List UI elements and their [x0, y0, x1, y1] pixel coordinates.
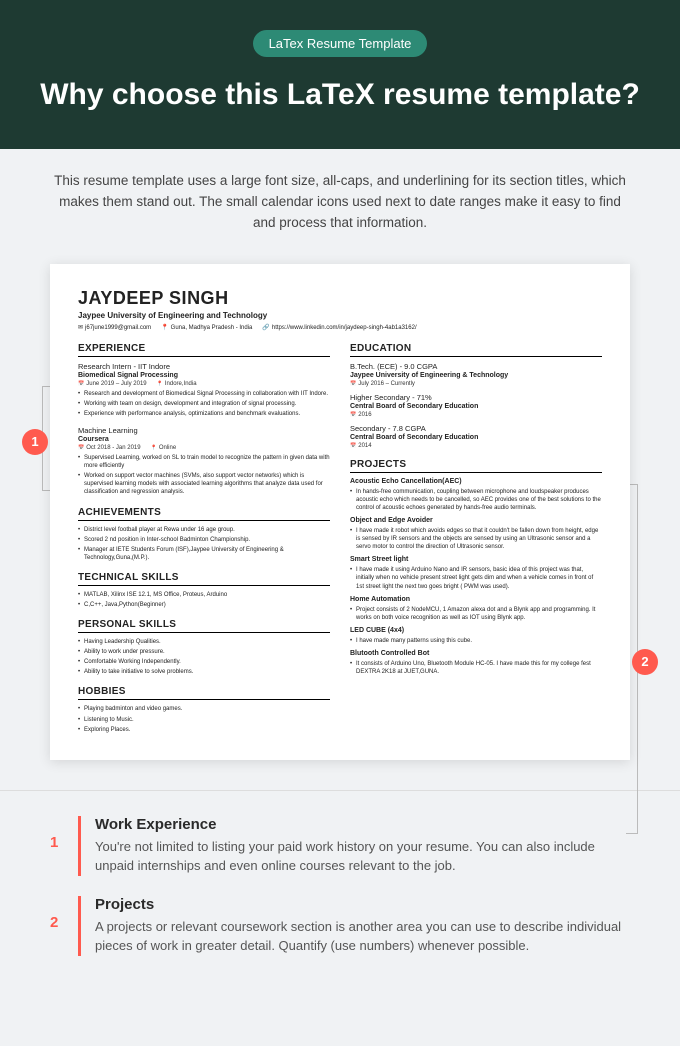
edu-date: July 2016 – Currently [350, 381, 415, 387]
job-bullet: Working with team on design, development… [78, 400, 330, 408]
callout-marker-2: 2 [632, 649, 658, 675]
annotation-number: 2 [50, 896, 64, 931]
job-role: Machine Learning [78, 426, 330, 435]
job-loc: Indore,India [157, 381, 197, 387]
section-experience: EXPERIENCE [78, 343, 330, 357]
hero-section: LaTex Resume Template Why choose this La… [0, 0, 680, 149]
annotations-section: 1 Work Experience You're not limited to … [0, 791, 680, 1006]
resume-preview-wrap: 1 2 JAYDEEP SINGH Jaypee University of E… [0, 254, 680, 790]
annotation-number: 1 [50, 816, 64, 851]
job-date: June 2019 – July 2019 [78, 381, 147, 387]
job-sub: Biomedical Signal Processing [78, 372, 330, 379]
annotation-title: Work Experience [95, 816, 630, 833]
project-name: Smart Street light [350, 556, 602, 563]
resume-subtitle: Jaypee University of Engineering and Tec… [78, 311, 602, 320]
edu-date: 2016 [350, 412, 372, 418]
project-bullet: It consists of Arduino Uno, Bluetooth Mo… [350, 660, 602, 676]
job-bullet: Research and development of Biomedical S… [78, 390, 330, 398]
resume-name: JAYDEEP SINGH [78, 288, 602, 309]
job-date: Oct 2018 - Jan 2019 [78, 445, 141, 451]
bullet-item: MATLAB, Xilinx ISE 12.1, MS Office, Prot… [78, 591, 330, 599]
job-bullet: Experience with performance analysis, op… [78, 410, 330, 418]
project-name: Object and Edge Avoider [350, 517, 602, 524]
edu-school: Central Board of Secondary Education [350, 403, 602, 410]
left-column: EXPERIENCE Research Intern - IIT Indore … [78, 343, 330, 736]
project-bullet: I have made it using Arduino Nano and IR… [350, 566, 602, 590]
edu-date: 2014 [350, 443, 372, 449]
bullet-item: Ability to work under pressure. [78, 648, 330, 656]
job-sub: Coursera [78, 436, 330, 443]
project-name: Home Automation [350, 596, 602, 603]
section-hobbies: HOBBIES [78, 686, 330, 700]
bullet-item: Having Leadership Qualities. [78, 638, 330, 646]
bullet-item: Manager at IETE Students Forum (ISF),Jay… [78, 546, 330, 562]
bullet-item: Scored 2 nd position in Inter-school Bad… [78, 536, 330, 544]
annotation-text: A projects or relevant coursework sectio… [95, 917, 630, 956]
edu-degree: B.Tech. (ECE) - 9.0 CGPA [350, 362, 602, 371]
project-bullet: Project consists of 2 NodeMCU, 1 Amazon … [350, 606, 602, 622]
project-bullet: In hands-free communication, coupling be… [350, 488, 602, 512]
section-techskills: TECHNICAL SKILLS [78, 572, 330, 586]
contact-link: https://www.linkedin.com/in/jaydeep-sing… [262, 324, 416, 331]
edu-degree: Higher Secondary - 71% [350, 393, 602, 402]
bullet-item: Exploring Places. [78, 726, 330, 734]
section-projects: PROJECTS [350, 459, 602, 473]
contact-location: Guna, Madhya Pradesh - India [161, 324, 252, 331]
edu-school: Jaypee University of Engineering & Techn… [350, 372, 602, 379]
bullet-item: C,C++, Java,Python(Beginner) [78, 601, 330, 609]
hero-title: Why choose this LaTeX resume template? [40, 75, 640, 114]
category-badge: LaTex Resume Template [253, 30, 428, 57]
project-name: Blutooth Controlled Bot [350, 650, 602, 657]
contact-row: j67june1999@gmail.com Guna, Madhya Prade… [78, 324, 602, 331]
contact-email: j67june1999@gmail.com [78, 324, 151, 331]
project-name: LED CUBE (4x4) [350, 627, 602, 634]
section-education: EDUCATION [350, 343, 602, 357]
project-name: Acoustic Echo Cancellation(AEC) [350, 478, 602, 485]
annotation-text: You're not limited to listing your paid … [95, 837, 630, 876]
bullet-item: Playing badminton and video games. [78, 705, 330, 713]
annotation-title: Projects [95, 896, 630, 913]
job-bullet: Worked on support vector machines (SVMs,… [78, 472, 330, 496]
job-role: Research Intern - IIT Indore [78, 362, 330, 371]
job-loc: Online [151, 445, 177, 451]
right-column: EDUCATION B.Tech. (ECE) - 9.0 CGPA Jaype… [350, 343, 602, 736]
section-personalskills: PERSONAL SKILLS [78, 619, 330, 633]
job-bullet: Supervised Learning, worked on SL to tra… [78, 454, 330, 470]
resume-document: JAYDEEP SINGH Jaypee University of Engin… [50, 264, 630, 760]
bullet-item: District level football player at Rewa u… [78, 526, 330, 534]
edu-school: Central Board of Secondary Education [350, 434, 602, 441]
project-bullet: I have made many patterns using this cub… [350, 637, 602, 645]
intro-text: This resume template uses a large font s… [0, 149, 680, 254]
bullet-item: Comfortable Working Independently. [78, 658, 330, 666]
bullet-item: Ability to take initiative to solve prob… [78, 668, 330, 676]
callout-marker-1: 1 [22, 429, 48, 455]
section-achievements: ACHIEVEMENTS [78, 507, 330, 521]
bullet-item: Listening to Music. [78, 716, 330, 724]
edu-degree: Secondary - 7.8 CGPA [350, 424, 602, 433]
project-bullet: I have made it robot which avoids edges … [350, 527, 602, 551]
